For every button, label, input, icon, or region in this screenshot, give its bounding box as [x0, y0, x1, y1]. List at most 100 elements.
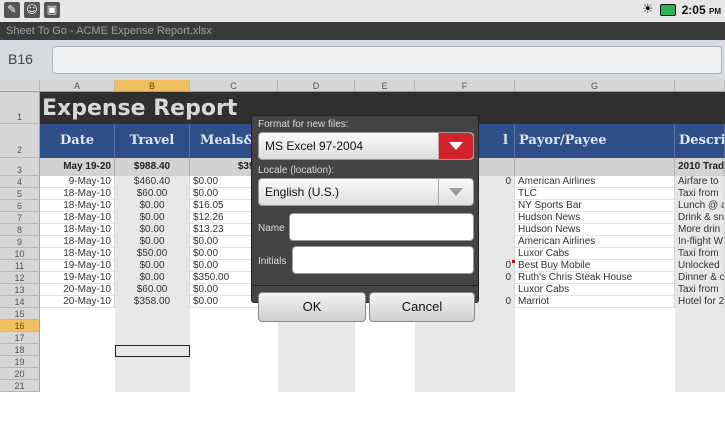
status-bar: ✎ ☺ ▣ ☀ 2:05 PM — [0, 0, 725, 22]
battery-icon — [659, 3, 676, 16]
row-header-11[interactable]: 11 — [0, 260, 40, 272]
row-header-1[interactable]: 1 — [0, 92, 40, 124]
row-header-10[interactable]: 10 — [0, 248, 40, 260]
row-header-5[interactable]: 5 — [0, 188, 40, 200]
comment-marker — [512, 260, 515, 263]
cell-reference[interactable]: B16 — [8, 51, 33, 67]
header-travel[interactable]: Travel — [115, 124, 190, 158]
cell-description[interactable]: Taxi from — [675, 284, 725, 296]
cell-travel[interactable]: $460.40 — [115, 176, 190, 188]
cell-payee[interactable]: Luxor Cabs — [515, 284, 675, 296]
cell-payee[interactable]: American Airlines — [515, 236, 675, 248]
cell-payee[interactable]: Hudson News — [515, 224, 675, 236]
row-header-17[interactable]: 17 — [0, 332, 40, 344]
cell-description[interactable]: Hotel for 2 — [675, 296, 725, 308]
cell-payee[interactable]: Hudson News — [515, 212, 675, 224]
summary-travel[interactable]: $988.40 — [115, 158, 190, 176]
cell-travel[interactable]: $0.00 — [115, 236, 190, 248]
row-header-21[interactable]: 21 — [0, 380, 40, 392]
row-header-20[interactable]: 20 — [0, 368, 40, 380]
cell-travel[interactable]: $60.00 — [115, 188, 190, 200]
cell-date[interactable]: 20-May-10 — [40, 284, 115, 296]
cell-description[interactable]: Unlocked — [675, 260, 725, 272]
cell-payee[interactable]: Marriot — [515, 296, 675, 308]
cell-description[interactable]: Taxi from — [675, 188, 725, 200]
cell-travel[interactable]: $50.00 — [115, 248, 190, 260]
summary-date[interactable]: May 19-20 — [40, 158, 115, 176]
column-header-g[interactable]: G — [515, 80, 675, 92]
select-all-corner[interactable] — [0, 80, 40, 92]
row-header-4[interactable]: 4 — [0, 176, 40, 188]
cell-date[interactable]: 18-May-10 — [40, 188, 115, 200]
formula-input[interactable] — [52, 46, 722, 74]
row-header-18[interactable]: 18 — [0, 344, 40, 356]
sheet-title: Expense Report — [42, 96, 238, 121]
column-header-a[interactable]: A — [40, 80, 115, 92]
row-header-9[interactable]: 9 — [0, 236, 40, 248]
cell-description[interactable]: Dinner & c — [675, 272, 725, 284]
cell-description[interactable]: Airfare to — [675, 176, 725, 188]
initials-field[interactable] — [292, 246, 474, 274]
selected-cell-b16[interactable] — [115, 345, 190, 357]
sd-card-icon: ▣ — [44, 2, 60, 18]
column-header-c[interactable]: C — [190, 80, 278, 92]
cancel-button[interactable]: Cancel — [369, 292, 475, 322]
cell-travel[interactable]: $0.00 — [115, 260, 190, 272]
name-field[interactable] — [289, 213, 474, 241]
empty-cells-h[interactable] — [675, 308, 725, 392]
row-header-19[interactable]: 19 — [0, 356, 40, 368]
summary-description[interactable]: 2010 Trad — [675, 158, 725, 176]
column-header-b[interactable]: B — [115, 80, 190, 92]
cell-payee[interactable]: American Airlines — [515, 176, 675, 188]
row-header-12[interactable]: 12 — [0, 272, 40, 284]
column-header-h[interactable] — [675, 80, 725, 92]
cell-date[interactable]: 19-May-10 — [40, 272, 115, 284]
cell-travel[interactable]: $0.00 — [115, 272, 190, 284]
cell-payee[interactable]: NY Sports Bar — [515, 200, 675, 212]
cell-description[interactable]: Lunch @ a — [675, 200, 725, 212]
cell-payee[interactable]: Ruth's Chris Steak House — [515, 272, 675, 284]
cell-date[interactable]: 18-May-10 — [40, 200, 115, 212]
cell-payee[interactable]: TLC — [515, 188, 675, 200]
cell-date[interactable]: 9-May-10 — [40, 176, 115, 188]
cell-travel[interactable]: $0.00 — [115, 224, 190, 236]
header-date[interactable]: Date — [40, 124, 115, 158]
cell-description[interactable]: In-flight W — [675, 236, 725, 248]
row-header-6[interactable]: 6 — [0, 200, 40, 212]
cell-travel[interactable]: $358.00 — [115, 296, 190, 308]
cell-travel[interactable]: $0.00 — [115, 212, 190, 224]
locale-select[interactable]: English (U.S.) — [258, 178, 474, 206]
header-description[interactable]: Descrip — [675, 124, 725, 158]
header-payor[interactable]: Payor/Payee — [515, 124, 675, 158]
cell-payee[interactable]: Luxor Cabs — [515, 248, 675, 260]
cell-date[interactable]: 18-May-10 — [40, 224, 115, 236]
clock-time: 2:05 — [681, 2, 706, 17]
row-header-2[interactable]: 2 — [0, 124, 40, 158]
cell-description[interactable]: Taxi from — [675, 248, 725, 260]
row-header-3[interactable]: 3 — [0, 158, 40, 176]
column-header-e[interactable]: E — [355, 80, 415, 92]
ok-button[interactable]: OK — [258, 292, 366, 322]
row-header-16[interactable]: 16 — [0, 320, 40, 332]
cell-date[interactable]: 19-May-10 — [40, 260, 115, 272]
cell-description[interactable]: Drink & sn — [675, 212, 725, 224]
cell-date[interactable]: 20-May-10 — [40, 296, 115, 308]
cell-payee[interactable]: Best Buy Mobile — [515, 260, 675, 272]
row-header-14[interactable]: 14 — [0, 296, 40, 308]
format-select[interactable]: MS Excel 97-2004 — [258, 132, 474, 160]
app-title: Sheet To Go - ACME Expense Report.xlsx — [0, 22, 725, 40]
row-header-8[interactable]: 8 — [0, 224, 40, 236]
column-header-f[interactable]: F — [415, 80, 515, 92]
cell-travel[interactable]: $0.00 — [115, 200, 190, 212]
cell-description[interactable]: More drin — [675, 224, 725, 236]
cell-date[interactable]: 18-May-10 — [40, 248, 115, 260]
cell-date[interactable]: 18-May-10 — [40, 212, 115, 224]
row-header-15[interactable]: 15 — [0, 308, 40, 320]
summary-col-g[interactable] — [515, 158, 675, 176]
cell-date[interactable]: 18-May-10 — [40, 236, 115, 248]
column-header-d[interactable]: D — [278, 80, 355, 92]
row-header-7[interactable]: 7 — [0, 212, 40, 224]
cell-travel[interactable]: $60.00 — [115, 284, 190, 296]
name-label: Name — [258, 223, 285, 234]
row-header-13[interactable]: 13 — [0, 284, 40, 296]
